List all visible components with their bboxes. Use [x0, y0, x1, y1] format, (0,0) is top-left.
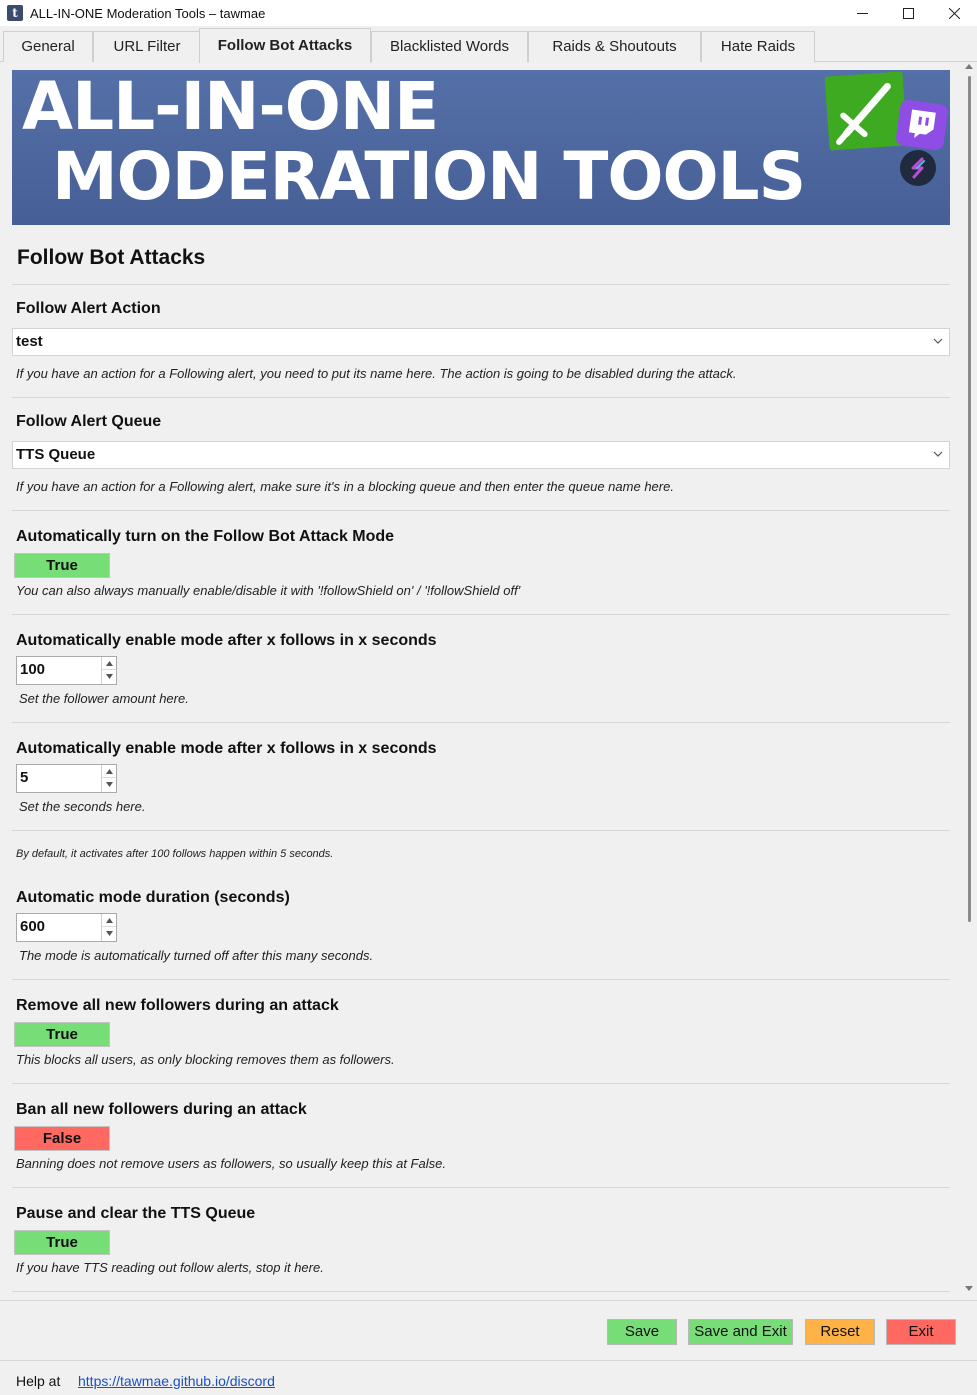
divider [12, 397, 950, 398]
auto-turn-on-hint: You can also always manually enable/disa… [16, 583, 521, 598]
discord-help-link[interactable]: https://tawmae.github.io/discord [78, 1373, 275, 1389]
maximize-icon [902, 7, 914, 19]
default-note: By default, it activates after 100 follo… [16, 848, 334, 860]
follow-alert-action-combobox[interactable]: test [12, 328, 950, 356]
tab-bar: General URL Filter Follow Bot Attacks Bl… [0, 26, 977, 63]
streamerbot-icon [900, 150, 936, 186]
mode-duration-label: Automatic mode duration (seconds) [16, 889, 290, 906]
tab-url-filter[interactable]: URL Filter [93, 31, 201, 62]
tab-follow-bot-attacks[interactable]: Follow Bot Attacks [199, 28, 371, 63]
tab-hate-raids[interactable]: Hate Raids [701, 31, 815, 62]
follow-alert-action-value: test [16, 333, 43, 350]
twitch-icon [895, 98, 949, 152]
auto-turn-on-label: Automatically turn on the Follow Bot Att… [16, 528, 395, 545]
follow-alert-action-label: Follow Alert Action [16, 300, 161, 317]
follow-alert-queue-value: TTS Queue [16, 446, 96, 463]
follow-alert-queue-label: Follow Alert Queue [16, 413, 162, 430]
follow-seconds-hint: Set the seconds here. [19, 799, 146, 814]
app-icon: t [7, 5, 23, 21]
spin-up-button[interactable] [102, 765, 116, 778]
pause-tts-label: Pause and clear the TTS Queue [16, 1205, 256, 1222]
remove-followers-label: Remove all new followers during an attac… [16, 997, 339, 1014]
ban-followers-toggle[interactable]: False [14, 1126, 110, 1151]
settings-panel: ALL-IN-ONE MODERATION TOOLS Follow Bot A… [0, 62, 977, 1300]
divider [12, 510, 950, 511]
mode-duration-hint: The mode is automatically turned off aft… [19, 948, 374, 963]
ban-followers-hint: Banning does not remove users as followe… [16, 1156, 446, 1171]
banner-title-line2: MODERATION TOOLS [52, 138, 806, 215]
follow-seconds-label: Automatically enable mode after x follow… [16, 740, 437, 757]
close-button[interactable] [931, 0, 977, 26]
follow-alert-action-hint: If you have an action for a Following al… [16, 366, 737, 381]
minimize-button[interactable] [839, 0, 885, 26]
divider [12, 1291, 950, 1292]
ban-followers-label: Ban all new followers during an attack [16, 1101, 307, 1118]
spin-down-button[interactable] [102, 670, 116, 683]
caret-up-icon [105, 768, 113, 774]
divider [12, 614, 950, 615]
spin-up-button[interactable] [102, 657, 116, 670]
divider [0, 1300, 977, 1301]
spin-up-button[interactable] [102, 914, 116, 927]
tab-raids-shoutouts[interactable]: Raids & Shoutouts [528, 31, 701, 62]
caret-up-icon [105, 660, 113, 666]
caret-down-icon [105, 931, 113, 936]
divider [12, 722, 950, 723]
scrollbar-thumb[interactable] [968, 76, 971, 922]
exit-button[interactable]: Exit [886, 1319, 956, 1345]
remove-followers-hint: This blocks all users, as only blocking … [16, 1052, 395, 1067]
caret-down-icon [105, 674, 113, 679]
window-controls [839, 0, 977, 26]
follow-amount-spinbox[interactable]: 100 [16, 656, 117, 685]
window-title: ALL-IN-ONE Moderation Tools – tawmae [30, 5, 266, 21]
follow-amount-label: Automatically enable mode after x follow… [16, 632, 437, 649]
divider [12, 1187, 950, 1188]
divider [12, 1083, 950, 1084]
mode-duration-value: 600 [20, 918, 46, 935]
divider [12, 830, 950, 831]
follow-amount-hint: Set the follower amount here. [19, 691, 189, 706]
page-title: Follow Bot Attacks [17, 246, 206, 269]
scroll-down-icon [965, 1286, 973, 1291]
spin-down-button[interactable] [102, 778, 116, 791]
follow-alert-queue-hint: If you have an action for a Following al… [16, 479, 674, 494]
remove-followers-toggle[interactable]: True [14, 1022, 110, 1047]
chevron-down-icon [933, 338, 943, 344]
caret-down-icon [105, 782, 113, 787]
tab-general[interactable]: General [3, 31, 93, 62]
auto-turn-on-toggle[interactable]: True [14, 553, 110, 578]
title-bar: t ALL-IN-ONE Moderation Tools – tawmae [0, 0, 977, 26]
follow-seconds-value: 5 [20, 769, 29, 786]
follow-amount-value: 100 [20, 661, 46, 678]
save-and-exit-button[interactable]: Save and Exit [688, 1319, 793, 1345]
divider [12, 979, 950, 980]
vertical-scrollbar[interactable] [961, 62, 977, 1300]
maximize-button[interactable] [885, 0, 931, 26]
divider [12, 284, 950, 285]
banner-title-line1: ALL-IN-ONE [22, 70, 439, 145]
banner: ALL-IN-ONE MODERATION TOOLS [12, 70, 950, 225]
pause-tts-hint: If you have TTS reading out follow alert… [16, 1260, 324, 1275]
caret-up-icon [105, 917, 113, 923]
scroll-up-icon [965, 64, 973, 69]
pause-tts-toggle[interactable]: True [14, 1230, 110, 1255]
help-label: Help at [16, 1373, 61, 1389]
follow-alert-queue-combobox[interactable]: TTS Queue [12, 441, 950, 469]
save-button[interactable]: Save [607, 1319, 677, 1345]
chevron-down-icon [933, 451, 943, 457]
divider [0, 1360, 977, 1361]
mode-duration-spinbox[interactable]: 600 [16, 913, 117, 942]
tab-blacklisted-words[interactable]: Blacklisted Words [371, 31, 528, 62]
follow-seconds-spinbox[interactable]: 5 [16, 764, 117, 793]
close-icon [948, 7, 960, 19]
minimize-icon [856, 12, 868, 14]
reset-button[interactable]: Reset [805, 1319, 875, 1345]
spin-down-button[interactable] [102, 927, 116, 940]
